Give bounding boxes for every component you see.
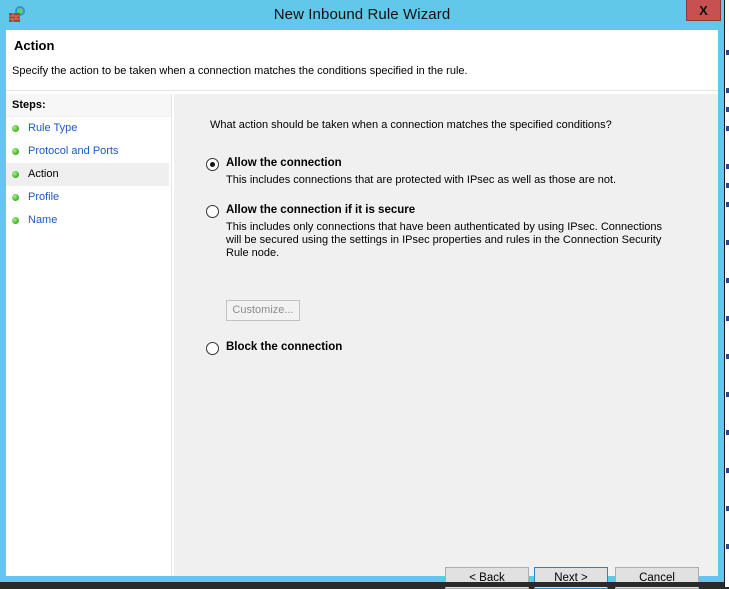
action-panel: What action should be taken when a conne…: [174, 94, 718, 589]
allow-secure-radio[interactable]: [206, 205, 219, 218]
customize-button[interactable]: Customize...: [226, 300, 300, 321]
wizard-header: Action Specify the action to be taken wh…: [6, 30, 718, 91]
page-description: Specify the action to be taken when a co…: [12, 65, 468, 77]
step-label: Profile: [28, 191, 60, 203]
page-title: Action: [14, 38, 55, 53]
wizard-window: New Inbound Rule Wizard X Action Specify…: [0, 0, 724, 589]
taskbar-edge: [0, 582, 724, 587]
step-label: Rule Type: [28, 122, 78, 134]
allow-secure-description: This includes only connections that have…: [226, 221, 662, 259]
step-action[interactable]: Action: [6, 163, 169, 186]
block-radio[interactable]: [206, 342, 219, 355]
allow-label[interactable]: Allow the connection: [226, 157, 342, 169]
title-bar[interactable]: New Inbound Rule Wizard X: [0, 0, 724, 30]
close-icon: X: [699, 2, 708, 18]
background-window-edge: [724, 0, 729, 587]
step-status-icon: [12, 171, 19, 178]
close-button[interactable]: X: [686, 0, 721, 21]
step-status-icon: [12, 217, 19, 224]
steps-panel: Steps: Rule Type Protocol and Ports Acti…: [6, 94, 172, 576]
step-status-icon: [12, 125, 19, 132]
step-label: Protocol and Ports: [28, 145, 119, 157]
step-rule-type[interactable]: Rule Type: [6, 117, 171, 140]
window-title: New Inbound Rule Wizard: [273, 6, 451, 23]
step-label: Action: [28, 168, 59, 180]
wizard-client-area: Action Specify the action to be taken wh…: [6, 30, 718, 589]
action-question: What action should be taken when a conne…: [210, 119, 612, 131]
block-label[interactable]: Block the connection: [226, 341, 342, 353]
steps-heading: Steps:: [6, 94, 171, 117]
allow-description: This includes connections that are prote…: [226, 174, 617, 186]
allow-radio[interactable]: [206, 158, 219, 171]
step-profile[interactable]: Profile: [6, 186, 171, 209]
step-status-icon: [12, 194, 19, 201]
allow-secure-label[interactable]: Allow the connection if it is secure: [226, 204, 415, 216]
step-status-icon: [12, 148, 19, 155]
step-label: Name: [28, 214, 58, 226]
step-protocol-and-ports[interactable]: Protocol and Ports: [6, 140, 171, 163]
step-name[interactable]: Name: [6, 209, 171, 232]
